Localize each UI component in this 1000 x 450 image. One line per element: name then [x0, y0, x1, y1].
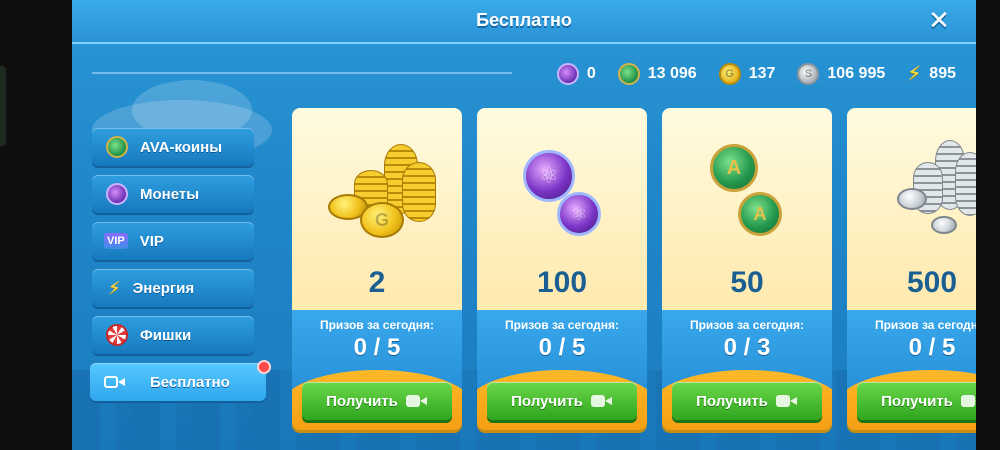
- prizes-today-label: Призов за сегодня:: [689, 318, 805, 332]
- ava-coin-icon: [617, 63, 640, 85]
- get-button-label: Получить: [696, 392, 768, 410]
- card-footer: Призов за сегодня: 0 / 5 Получить: [477, 310, 647, 430]
- reward-card-gold: G 2 Призов за сегодня: 0 / 5 Получить: [292, 108, 462, 430]
- edge-handle: [0, 66, 6, 146]
- get-button-label: Получить: [511, 392, 583, 410]
- sidebar-item-label: Монеты: [140, 185, 200, 203]
- left-screen-edge: [0, 0, 72, 450]
- gold-coin-pile-icon: G: [292, 122, 462, 252]
- currency-silver: S 106 995: [797, 63, 885, 85]
- prizes-today-value: 0 / 5: [353, 334, 401, 361]
- silver-coin-pile-icon: [847, 122, 976, 252]
- currency-atom: 0: [556, 63, 596, 85]
- card-footer: Призов за сегодня: 0 / 5 Получить: [292, 310, 462, 430]
- get-reward-button[interactable]: Получить: [672, 382, 822, 420]
- sidebar-item-ava-coins[interactable]: AVA-коины: [92, 128, 254, 166]
- prizes-today-value: 0 / 5: [908, 334, 956, 361]
- currency-value: 0: [586, 65, 596, 82]
- reward-amount: 100: [536, 266, 588, 299]
- sidebar-item-label: Бесплатно: [150, 373, 230, 391]
- currency-value: 13 096: [647, 65, 697, 82]
- video-camera-icon: [590, 394, 613, 408]
- prizes-today-value: 0 / 3: [723, 334, 771, 361]
- sidebar-item-chips[interactable]: Фишки: [92, 316, 254, 354]
- video-camera-icon: [405, 394, 428, 408]
- reward-card-ava: A A 50 Призов за сегодня: 0 / 3 Получить: [662, 108, 832, 430]
- prizes-today-label: Призов за сегодня:: [874, 318, 976, 332]
- category-sidebar: AVA-коины Монеты VIP VIP ⚡ Энергия Фишки…: [90, 128, 271, 410]
- energy-bolt-icon: ⚡: [108, 278, 121, 298]
- sidebar-item-coins[interactable]: Монеты: [92, 175, 254, 213]
- video-camera-icon: [775, 394, 798, 408]
- get-reward-button[interactable]: Получить: [857, 382, 976, 420]
- get-button-label: Получить: [881, 392, 953, 410]
- gold-coin-icon: G: [718, 63, 741, 85]
- card-footer: Призов за сегодня: 0 / 5 Получить: [847, 310, 976, 430]
- notification-dot: [257, 360, 271, 374]
- sidebar-item-free[interactable]: Бесплатно: [90, 360, 271, 401]
- sidebar-item-label: Фишки: [140, 326, 192, 344]
- ava-coin-icon: [106, 136, 128, 158]
- sidebar-item-vip[interactable]: VIP VIP: [92, 222, 254, 260]
- get-button-label: Получить: [326, 392, 398, 410]
- reward-cards: G 2 Призов за сегодня: 0 / 5 Получить ⚛ …: [292, 108, 976, 438]
- atom-coin-icon: [556, 63, 579, 85]
- currency-energy: ⚡ 895: [907, 63, 956, 85]
- sidebar-item-label: Энергия: [132, 279, 195, 297]
- title-bar: Бесплатно ✕: [72, 0, 976, 44]
- currency-value: 137: [748, 65, 776, 82]
- close-button[interactable]: ✕: [924, 6, 954, 36]
- silver-coin-icon: S: [797, 63, 820, 85]
- free-rewards-window: Бесплатно ✕ 0 13 096 G 137 S 106 995 ⚡ 8…: [72, 0, 976, 450]
- sidebar-item-label: VIP: [139, 232, 164, 250]
- vip-icon: VIP: [104, 233, 128, 249]
- currency-ava: 13 096: [617, 63, 697, 85]
- currency-bar: 0 13 096 G 137 S 106 995 ⚡ 895: [535, 60, 956, 88]
- reward-amount: 2: [368, 266, 386, 299]
- get-reward-button[interactable]: Получить: [302, 382, 452, 420]
- video-camera-icon: [960, 394, 976, 408]
- prizes-today-label: Призов за сегодня:: [319, 318, 435, 332]
- get-reward-button[interactable]: Получить: [487, 382, 637, 420]
- prizes-today-value: 0 / 5: [538, 334, 586, 361]
- sidebar-item-label: AVA-коины: [140, 138, 223, 156]
- reward-card-silver: 500 Призов за сегодня: 0 / 5 Получить: [847, 108, 976, 430]
- reward-card-atom: ⚛ ⚛ 100 Призов за сегодня: 0 / 5 Получит…: [477, 108, 647, 430]
- currency-value: 895: [929, 65, 956, 82]
- atom-coin-icon: [106, 183, 128, 205]
- video-camera-icon: [104, 375, 126, 389]
- window-title: Бесплатно: [476, 10, 572, 30]
- reward-amount: 500: [906, 266, 958, 299]
- right-screen-edge: [976, 0, 1000, 450]
- currency-gold: G 137: [718, 63, 776, 85]
- sidebar-item-energy[interactable]: ⚡ Энергия: [92, 269, 254, 307]
- reward-amount: 50: [730, 266, 764, 299]
- currency-value: 106 995: [827, 65, 886, 82]
- header-divider: [92, 72, 512, 74]
- ava-coins-icon: A A: [662, 122, 832, 252]
- card-footer: Призов за сегодня: 0 / 3 Получить: [662, 310, 832, 430]
- energy-bolt-icon: ⚡: [907, 63, 922, 85]
- poker-chip-icon: [106, 324, 128, 346]
- prizes-today-label: Призов за сегодня:: [504, 318, 620, 332]
- atom-coins-icon: ⚛ ⚛: [477, 122, 647, 252]
